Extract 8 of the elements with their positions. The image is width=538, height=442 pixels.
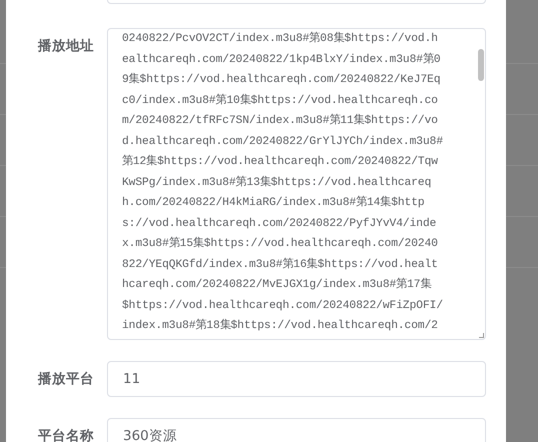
field-label: 平台名称 [38,427,95,442]
input-field[interactable]: 360资源 [107,418,486,442]
input-field[interactable]: 11 [107,361,486,397]
field-label: 播放地址 [38,37,95,56]
field-label: 播放平台 [38,370,95,389]
scrollbar-thumb[interactable] [478,49,484,81]
resize-grip-icon[interactable] [479,333,484,338]
url-textarea[interactable]: 0240822/PcvOV2CT/index.m3u8#第08集$https://vod.h ealthcareqh.com/20240822/1kp4BlxY/index.m3u8#第0 9集$https://vod.healthcareqh.com/20240822/KeJ7Eq c0/index.m3u8#第10集$https://vod.healthcareqh.co m/20240822/tfRFc7SN/index.m3u8#第11集$https://vo d.healthcareqh.com/20240822/GrYlJYCh/index.m3u8# 第12集$https://vod.healthcareqh.com/20240822/Tqw KwSPg/index.m3u8#第13集$https://vod.healthcareq h.com/20240822/H4kMiaRG/index.m3u8#第14集$http s://vod.healthcareqh.com/20240822/PyfJYvV4/inde x.m3u8#第15集$https://vod.healthcareqh.com/20240 822/YEqQKGfd/index.m3u8#第16集$https://vod.healt hcareqh.com/20240822/MvEJGX1g/index.m3u8#第17集 $https://vod.healthcareqh.com/20240822/wFiZpOFI/ index.m3u8#第18集$https://vod.healthcareqh.com/2 [107,28,486,340]
